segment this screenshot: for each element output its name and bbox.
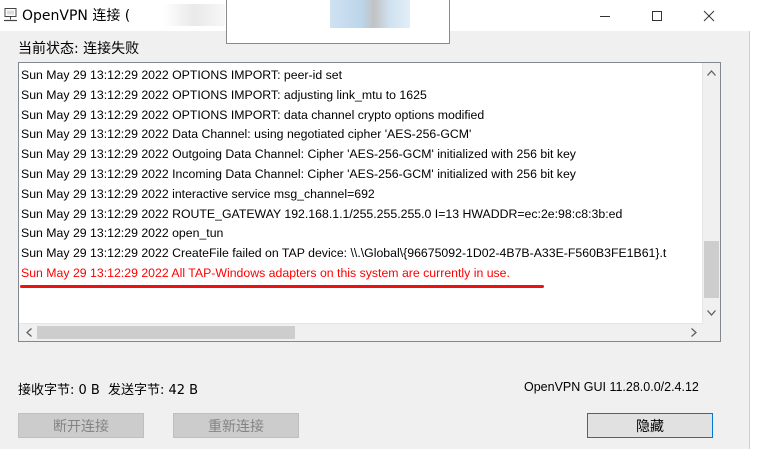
byte-stats: 接收字节: 0 B 发送字节: 42 B — [18, 379, 198, 398]
chevron-up-icon — [707, 69, 716, 76]
log-line: Sun May 29 13:12:29 2022 interactive ser… — [21, 186, 375, 201]
log-line: Sun May 29 13:12:29 2022 Outgoing Data C… — [21, 147, 576, 162]
scroll-left-button[interactable] — [20, 324, 37, 341]
chevron-right-icon — [690, 328, 697, 337]
log-line: Sun May 29 13:12:29 2022 OPTIONS IMPORT:… — [21, 107, 485, 122]
chevron-left-icon — [25, 328, 32, 337]
log-lines[interactable]: Sun May 29 13:12:29 2022 OPTIONS IMPORT:… — [21, 66, 701, 320]
log-line: Sun May 29 13:12:29 2022 CreateFile fail… — [21, 246, 667, 261]
vertical-scroll-thumb[interactable] — [704, 241, 719, 298]
sent-bytes: 发送字节: 42 B — [107, 383, 199, 398]
status-label: 当前状态: — [18, 41, 79, 57]
chevron-down-icon — [707, 309, 716, 316]
scroll-up-button[interactable] — [703, 64, 720, 81]
reconnect-button[interactable]: 重新连接 — [173, 413, 299, 438]
close-button[interactable] — [686, 0, 732, 31]
minimize-icon — [600, 15, 610, 17]
highlight-underline — [20, 285, 544, 288]
status-value: 连接失败 — [83, 41, 140, 57]
blurred-region — [330, 0, 410, 28]
openvpn-connection-window: OpenVPN 连接 ( 当前状态: 连接失败 Sun May 29 13:12… — [0, 0, 750, 449]
close-icon — [703, 10, 715, 21]
horizontal-scrollbar[interactable] — [19, 323, 704, 341]
network-monitor-icon — [3, 7, 19, 23]
log-line: Sun May 29 13:12:29 2022 Data Channel: u… — [21, 127, 472, 142]
version-label: OpenVPN GUI 11.28.0.0/2.4.12 — [524, 380, 699, 394]
vertical-scrollbar[interactable] — [702, 63, 720, 323]
disconnect-button[interactable]: 断开连接 — [18, 413, 144, 438]
maximize-icon — [652, 10, 662, 21]
scroll-down-button[interactable] — [703, 304, 720, 321]
overlay-popup — [226, 0, 450, 44]
maximize-button[interactable] — [634, 0, 680, 31]
log-line: Sun May 29 13:12:29 2022 ROUTE_GATEWAY 1… — [21, 206, 623, 221]
horizontal-scroll-thumb[interactable] — [37, 326, 295, 339]
log-line-error: Sun May 29 13:12:29 2022 All TAP-Windows… — [21, 265, 510, 280]
scrollbar-corner — [702, 323, 720, 341]
scroll-right-button[interactable] — [685, 324, 702, 341]
log-box[interactable]: Sun May 29 13:12:29 2022 OPTIONS IMPORT:… — [18, 62, 721, 342]
received-bytes: 接收字节: 0 B — [18, 383, 100, 398]
blurred-region — [163, 4, 225, 26]
window-title: OpenVPN 连接 ( — [22, 8, 131, 24]
log-line: Sun May 29 13:12:29 2022 OPTIONS IMPORT:… — [21, 87, 427, 102]
connection-status: 当前状态: 连接失败 — [18, 38, 139, 58]
hide-button[interactable]: 隐藏 — [587, 413, 713, 438]
minimize-button[interactable] — [582, 0, 628, 31]
log-line: Sun May 29 13:12:29 2022 OPTIONS IMPORT:… — [21, 68, 343, 82]
log-line: Sun May 29 13:12:29 2022 open_tun — [21, 226, 224, 241]
log-line: Sun May 29 13:12:29 2022 Incoming Data C… — [21, 166, 576, 181]
